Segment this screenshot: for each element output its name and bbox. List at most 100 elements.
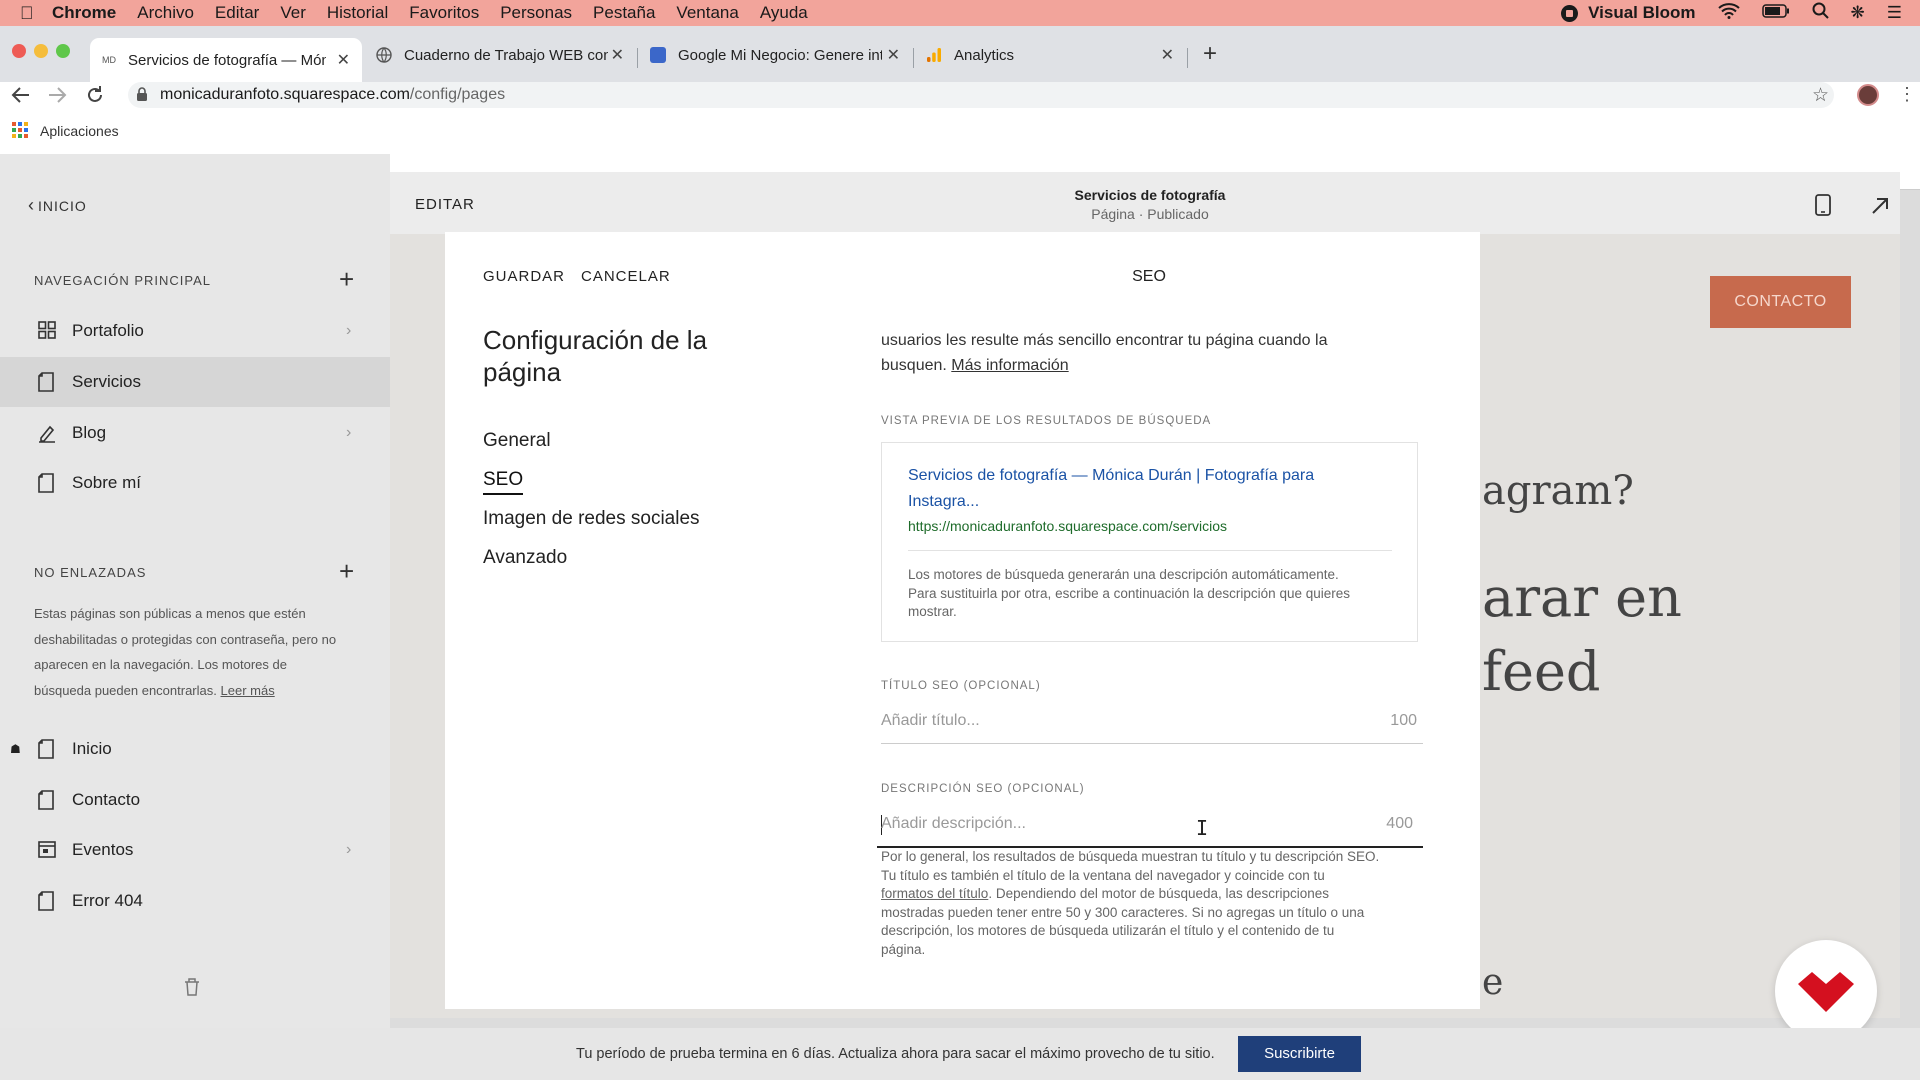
result-title-line: Servicios de fotografía — Mónica Durán |… xyxy=(908,467,1315,484)
nav-item-error-404[interactable]: Error 404 xyxy=(0,876,390,926)
profile-avatar[interactable] xyxy=(1857,84,1879,106)
nav-item-sobre-mi[interactable]: Sobre mí xyxy=(0,458,390,508)
add-main-page-icon[interactable]: + xyxy=(339,266,354,292)
nav-item-servicios[interactable]: Servicios xyxy=(0,357,390,407)
spotlight-search-icon[interactable] xyxy=(1812,2,1829,24)
menu-app-name[interactable]: Chrome xyxy=(52,3,116,23)
desc-line: deshabilitadas o protegidas con contrase… xyxy=(34,631,337,647)
back-to-home[interactable]: ‹ INICIO xyxy=(28,195,87,216)
menubar-app-label[interactable]: Visual Bloom xyxy=(1588,3,1695,23)
close-window-button[interactable] xyxy=(12,44,26,58)
help-line: mostradas pueden tener entre 50 y 300 ca… xyxy=(881,904,1365,920)
settings-tab-general[interactable]: General xyxy=(483,430,551,452)
menu-personas[interactable]: Personas xyxy=(500,3,572,23)
chrome-menu-icon[interactable]: ⋮ xyxy=(1898,84,1916,104)
zoom-window-button[interactable] xyxy=(56,44,70,58)
forward-icon[interactable] xyxy=(46,84,68,111)
mobile-preview-icon[interactable] xyxy=(1815,194,1831,221)
menu-editar[interactable]: Editar xyxy=(215,3,259,23)
back-icon[interactable] xyxy=(10,84,32,111)
menu-historial[interactable]: Historial xyxy=(327,3,388,23)
home-icon: ☗ xyxy=(10,742,21,756)
title-format-link[interactable]: formatos del título xyxy=(881,886,988,901)
nav-item-contacto[interactable]: Contacto xyxy=(0,775,390,825)
result-desc-line: Para sustituirla por otra, escribe a con… xyxy=(908,585,1350,601)
close-tab-icon[interactable]: ✕ xyxy=(337,50,350,70)
settings-tab-advanced[interactable]: Avanzado xyxy=(483,547,567,569)
unlinked-header: NO ENLAZADAS xyxy=(34,565,147,580)
nav-item-label: Inicio xyxy=(72,739,112,758)
lock-icon[interactable] xyxy=(136,87,148,107)
result-title[interactable]: Servicios de fotografía — Mónica Durán |… xyxy=(908,463,1388,514)
tab-divider xyxy=(637,48,638,68)
siri-icon[interactable]: ❋ xyxy=(1851,3,1865,23)
nav-item-label: Portafolio xyxy=(72,321,144,340)
new-tab-button[interactable]: + xyxy=(1203,40,1217,68)
read-more-link[interactable]: Leer más xyxy=(221,683,275,698)
trash-icon[interactable] xyxy=(184,978,200,1001)
menu-pestana[interactable]: Pestaña xyxy=(593,3,655,23)
menu-ver[interactable]: Ver xyxy=(280,3,306,23)
nav-item-label: Eventos xyxy=(72,840,134,859)
google-my-business-icon xyxy=(650,47,666,63)
seo-panel: SEO usuarios les resulte más sencillo en… xyxy=(818,232,1480,1009)
battery-icon[interactable] xyxy=(1761,3,1790,23)
url-text[interactable]: monicaduranfoto.squarespace.com/config/p… xyxy=(160,86,505,104)
seo-intro: usuarios les resulte más sencillo encont… xyxy=(881,328,1441,378)
tab-divider xyxy=(1187,48,1188,68)
minimize-window-button[interactable] xyxy=(34,44,48,58)
open-external-icon[interactable] xyxy=(1870,196,1890,221)
bookmark-star-icon[interactable]: ☆ xyxy=(1812,84,1829,107)
settings-tab-seo[interactable]: SEO xyxy=(483,469,524,495)
floating-logo-badge[interactable] xyxy=(1775,940,1877,1042)
cancel-button[interactable]: CANCELAR xyxy=(581,268,671,285)
seo-title-label: TÍTULO SEO (OPCIONAL) xyxy=(881,680,1041,692)
url-domain: monicaduranfoto.squarespace.com xyxy=(160,86,410,103)
preview-heading-fragment: agram? xyxy=(1482,468,1634,514)
page-icon xyxy=(38,739,56,759)
nav-item-inicio[interactable]: ☗ Inicio xyxy=(0,724,390,774)
result-desc-line: Los motores de búsqueda generarán una de… xyxy=(908,567,1339,582)
menu-ventana[interactable]: Ventana xyxy=(676,3,738,23)
tab-analytics[interactable]: Analytics ✕ xyxy=(916,38,1186,72)
add-unlinked-page-icon[interactable]: + xyxy=(339,558,354,584)
close-tab-icon[interactable]: ✕ xyxy=(611,45,624,65)
bookmark-apps[interactable]: Aplicaciones xyxy=(40,123,119,139)
contact-button[interactable]: CONTACTO xyxy=(1710,276,1851,328)
close-tab-icon[interactable]: ✕ xyxy=(1161,45,1174,65)
wifi-icon[interactable] xyxy=(1717,2,1740,24)
tab-google-mi-negocio[interactable]: Google Mi Negocio: Genere int ✕ xyxy=(640,38,912,72)
seo-description-field[interactable]: Añadir descripción... 400 xyxy=(877,804,1423,848)
more-info-link[interactable]: Más información xyxy=(951,357,1068,374)
settings-tab-social-image[interactable]: Imagen de redes sociales xyxy=(483,508,700,530)
seo-description-counter: 400 xyxy=(1386,815,1413,832)
record-icon[interactable] xyxy=(1561,4,1579,22)
main-nav-header: NAVEGACIÓN PRINCIPAL xyxy=(34,273,211,288)
save-button[interactable]: GUARDAR xyxy=(483,268,565,285)
nav-item-blog[interactable]: Blog › xyxy=(0,408,390,458)
nav-item-portafolio[interactable]: Portafolio › xyxy=(0,306,390,356)
nav-item-label: Servicios xyxy=(72,372,141,391)
nav-item-eventos[interactable]: Eventos › xyxy=(0,825,390,875)
menu-favoritos[interactable]: Favoritos xyxy=(409,3,479,23)
edit-button[interactable]: EDITAR xyxy=(415,196,475,213)
close-tab-icon[interactable]: ✕ xyxy=(887,45,900,65)
apple-icon[interactable]:  xyxy=(20,3,40,24)
reload-icon[interactable] xyxy=(84,84,106,111)
page-icon xyxy=(38,473,56,493)
seo-title-field[interactable]: Añadir título... 100 xyxy=(881,702,1423,744)
result-divider xyxy=(908,550,1392,551)
omnibox[interactable]: monicaduranfoto.squarespace.com/config/p… xyxy=(128,82,1834,108)
preview-heading-fragment: e xyxy=(1482,962,1504,1003)
seo-help-text: Por lo general, los resultados de búsque… xyxy=(881,848,1441,959)
subscribe-button[interactable]: Suscribirte xyxy=(1238,1036,1361,1072)
tab-cuaderno[interactable]: Cuaderno de Trabajo WEB con ✕ xyxy=(366,38,636,72)
apps-grid-icon[interactable] xyxy=(12,122,28,143)
preview-heading-fragment: arar en xyxy=(1482,566,1682,629)
menu-archivo[interactable]: Archivo xyxy=(137,3,194,23)
page-icon xyxy=(38,372,56,392)
control-center-icon[interactable]: ☰ xyxy=(1887,3,1902,23)
tab-title: Servicios de fotografía — Mónica xyxy=(128,51,326,69)
menu-ayuda[interactable]: Ayuda xyxy=(760,3,808,23)
tab-servicios[interactable]: MD Servicios de fotografía — Mónica ✕ xyxy=(90,38,362,82)
